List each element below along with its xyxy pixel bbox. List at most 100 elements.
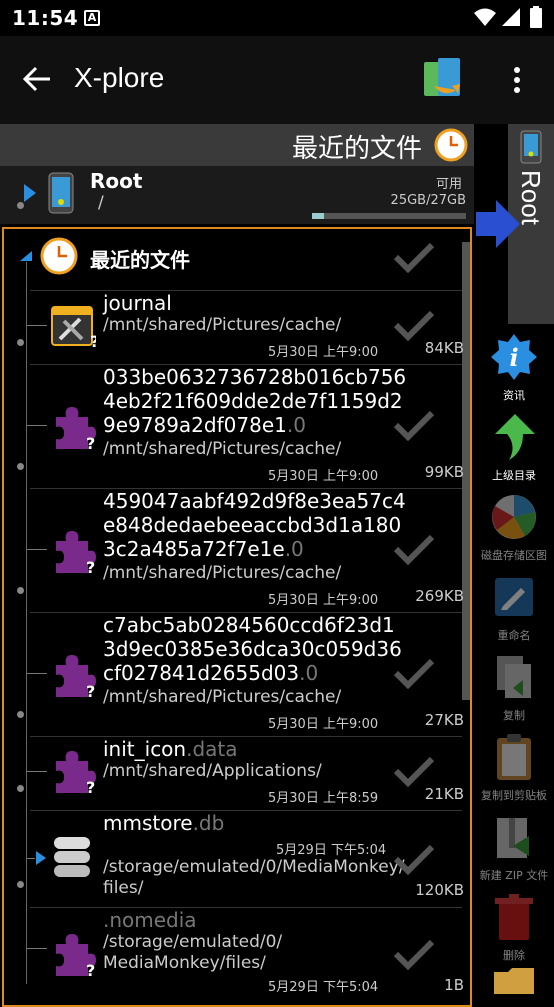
file-path: /mnt/shared/Pictures/cache/	[103, 315, 342, 335]
file-name-base: journal	[103, 291, 172, 315]
file-row[interactable]: ? c7abc5ab0284560ccd6f23d1 3d9ec0385e36d…	[0, 613, 470, 735]
file-name: mmstore.db	[103, 811, 224, 835]
available-label: 可用	[435, 177, 462, 192]
file-size: 21KB	[424, 785, 464, 803]
file-size: 27KB	[424, 711, 464, 729]
expand-arrow-icon[interactable]	[24, 184, 36, 202]
file-ext: .0	[286, 413, 306, 437]
file-size: 84KB	[424, 339, 464, 357]
file-row[interactable]: ? 459047aabf492d9f8e3ea57c4 e848dedaebee…	[0, 489, 470, 611]
root-path: /	[98, 193, 104, 213]
checkmark-icon[interactable]	[394, 659, 434, 689]
tree-node-dot	[17, 881, 24, 888]
file-name: 459047aabf492d9f8e3ea57c4 e848dedaebeeac…	[103, 489, 406, 561]
checkmark-icon[interactable]	[394, 757, 434, 787]
clock-icon	[434, 128, 468, 162]
more-menu-icon[interactable]	[510, 66, 524, 96]
up-arrow-icon	[495, 414, 535, 460]
file-ext: .0	[284, 537, 304, 561]
file-row[interactable]: ? init_icon.data /mnt/shared/Application…	[0, 737, 470, 809]
root-storage-row[interactable]: Root / 可用 25GB/27GB	[0, 166, 474, 224]
checkmark-icon[interactable]	[394, 243, 434, 273]
checkmark-icon[interactable]	[394, 940, 434, 970]
delete-button[interactable]: 删除	[474, 892, 554, 963]
rename-label: 重命名	[497, 629, 531, 642]
file-date: 5月30日 上午9:00	[268, 345, 379, 360]
file-name-base: init_icon	[103, 737, 187, 761]
file-name: c7abc5ab0284560ccd6f23d1 3d9ec0385e36dca…	[103, 613, 402, 685]
file-row[interactable]: ? 033be0632736728b016cb756 4eb2f21f609dd…	[0, 365, 470, 487]
storage-usage-fill	[312, 213, 325, 219]
info-label: 资讯	[503, 389, 525, 402]
dual-pane-icon[interactable]	[420, 56, 464, 104]
file-name: init_icon.data	[103, 737, 238, 761]
new-zip-button[interactable]: 新建 ZIP 文件	[474, 812, 554, 883]
tree-connector	[27, 425, 47, 426]
new-zip-label: 新建 ZIP 文件	[479, 869, 549, 882]
database-icon	[54, 837, 90, 877]
copy-label: 复制	[503, 709, 525, 722]
file-row[interactable]: ? .nomedia /storage/emulated/0/ MediaMon…	[0, 908, 470, 995]
file-name-base: 033be0632736728b016cb756 4eb2f21f609dde2…	[103, 365, 407, 437]
puzzle-icon: ?	[56, 934, 96, 978]
tree-connector	[27, 549, 47, 550]
file-date: 5月29日 下午5:04	[276, 843, 387, 858]
checkmark-icon[interactable]	[394, 845, 434, 875]
file-size: 269KB	[415, 587, 464, 605]
tree-node-dot	[17, 711, 24, 718]
action-toolbar: i 资讯 上级目录 磁盘存储区图 重命名 复制 复制到剪贴板 新建 ZIP 文件…	[474, 324, 554, 994]
file-path: /storage/emulated/0/MediaMonkey/ files/	[103, 857, 405, 898]
file-date: 5月30日 上午9:00	[268, 717, 379, 732]
app-bar: X-plore	[0, 36, 554, 124]
phone-icon	[520, 130, 542, 164]
file-name-base: 459047aabf492d9f8e3ea57c4 e848dedaebeeac…	[103, 489, 406, 561]
disk-map-button[interactable]: 磁盘存储区图	[474, 492, 554, 563]
recent-files-tab[interactable]: 最近的文件	[0, 124, 474, 166]
file-date: 5月30日 上午9:00	[268, 593, 379, 608]
parent-dir-button[interactable]: 上级目录	[474, 412, 554, 483]
recent-files-title: 最近的文件	[90, 248, 190, 272]
tree-connector	[27, 858, 35, 859]
file-date: 5月30日 上午9:00	[268, 469, 379, 484]
rename-button[interactable]: 重命名	[474, 572, 554, 643]
puzzle-icon: ?	[56, 407, 96, 451]
tools-icon: ?	[51, 306, 96, 349]
svg-text:i: i	[509, 343, 518, 372]
checkmark-icon[interactable]	[394, 411, 434, 441]
back-arrow-icon[interactable]	[22, 64, 52, 94]
puzzle-icon: ?	[56, 751, 96, 795]
file-date: 5月30日 上午8:59	[268, 791, 379, 806]
file-row[interactable]: ? journal /mnt/shared/Pictures/cache/ 5月…	[0, 291, 470, 363]
collapse-arrow-icon[interactable]	[20, 251, 32, 261]
file-name-base: c7abc5ab0284560ccd6f23d1 3d9ec0385e36dca…	[103, 613, 402, 685]
pane-switch-arrow-icon[interactable]	[476, 200, 520, 248]
expand-arrow-icon[interactable]	[36, 851, 46, 865]
folder-icon[interactable]	[492, 964, 536, 994]
signal-icon	[502, 8, 520, 26]
file-ext: .data	[186, 737, 238, 761]
file-path: /mnt/shared/Pictures/cache/	[103, 439, 342, 459]
file-row[interactable]: mmstore.db 5月29日 下午5:04 /storage/emulate…	[0, 811, 470, 907]
svg-text:?: ?	[86, 961, 95, 978]
copy-button[interactable]: 复制	[474, 652, 554, 723]
file-ext: .db	[192, 811, 225, 835]
status-time: 11:54	[12, 6, 79, 30]
rename-icon	[495, 578, 533, 616]
info-button[interactable]: i 资讯	[474, 332, 554, 403]
copy-clipboard-button[interactable]: 复制到剪贴板	[474, 732, 554, 803]
clipboard-icon	[497, 734, 531, 780]
recent-files-header[interactable]: 最近的文件	[0, 229, 470, 291]
checkmark-icon[interactable]	[394, 311, 434, 341]
tree-connector	[27, 948, 47, 949]
svg-text:?: ?	[86, 682, 95, 699]
svg-text:?: ?	[86, 434, 95, 451]
tree-connector	[27, 771, 47, 772]
checkmark-icon[interactable]	[394, 535, 434, 565]
file-size: 1B	[444, 976, 464, 994]
pie-chart-icon	[492, 495, 536, 539]
zip-icon	[497, 818, 529, 858]
file-size: 99KB	[424, 463, 464, 481]
file-name-base: mmstore	[103, 811, 193, 835]
tree-node-dot	[17, 339, 24, 346]
info-icon: i	[491, 334, 537, 380]
